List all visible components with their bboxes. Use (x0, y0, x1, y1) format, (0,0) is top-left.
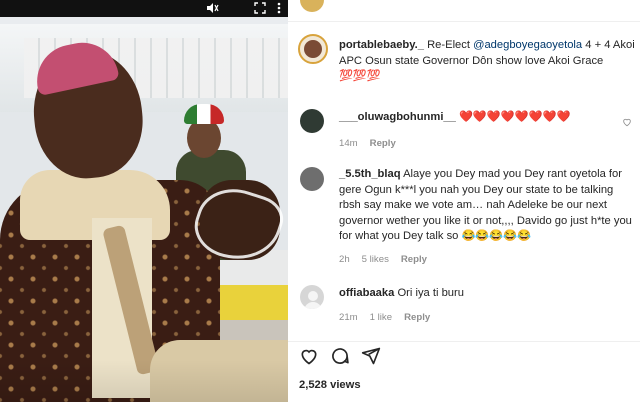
video-control-bar (0, 0, 288, 17)
comment-text: ❤️❤️❤️❤️❤️❤️❤️❤️ (458, 111, 571, 123)
comment-username[interactable]: offiabaaka (339, 287, 394, 299)
more-icon[interactable] (272, 1, 286, 15)
avatar-photo (304, 40, 322, 58)
video-main-person (0, 35, 288, 402)
video-bottom-shade (0, 360, 288, 402)
video-player[interactable] (0, 0, 288, 402)
comment: ___oluwagbohunmi__ ❤️❤️❤️❤️❤️❤️❤️❤️ (339, 110, 629, 126)
post-caption: portablebaeby._ Re-Elect @adegboyegaoyet… (339, 38, 639, 85)
comment-icon[interactable] (330, 346, 350, 366)
comment-username[interactable]: ___oluwagbohunmi__ (339, 111, 456, 123)
caption-mention[interactable]: @adegboyegaoyetola (473, 39, 582, 51)
reply-button[interactable]: Reply (370, 138, 396, 149)
comment-username[interactable]: _5.5th_blaq (339, 168, 401, 180)
post-header-strip (288, 0, 640, 22)
comment-meta: 2h 5 likes Reply (339, 254, 439, 265)
comment-text: Ori iya ti buru (397, 287, 464, 299)
comment-avatar[interactable] (300, 109, 324, 133)
reply-button[interactable]: Reply (404, 312, 430, 323)
comment-meta: 14m Reply (339, 138, 408, 149)
actions-divider (288, 341, 640, 342)
comment-time: 2h (339, 254, 350, 265)
comment-avatar[interactable] (300, 167, 324, 191)
share-icon[interactable] (361, 346, 381, 366)
caption-username[interactable]: portablebaeby._ (339, 39, 424, 51)
view-count[interactable]: 2,528 views (299, 379, 361, 391)
comment-time: 21m (339, 312, 358, 323)
comment-meta: 21m 1 like Reply (339, 312, 442, 323)
comment: _5.5th_blaq Alaye you Dey mad you Dey ra… (339, 167, 633, 245)
reply-button[interactable]: Reply (401, 254, 427, 265)
heart-icon[interactable] (622, 117, 632, 127)
fullscreen-icon[interactable] (253, 1, 267, 15)
comment-likes[interactable]: 5 likes (362, 254, 389, 265)
heart-icon[interactable] (299, 346, 319, 366)
caption-text-before: Re-Elect (427, 39, 474, 51)
comment-likes[interactable]: 1 like (370, 312, 392, 323)
speaker-icon[interactable] (205, 1, 219, 15)
comment-avatar[interactable] (300, 285, 324, 309)
comment: offiabaaka Ori iya ti buru (339, 286, 629, 302)
caption-author-avatar[interactable] (298, 34, 328, 64)
comment-time: 14m (339, 138, 358, 149)
